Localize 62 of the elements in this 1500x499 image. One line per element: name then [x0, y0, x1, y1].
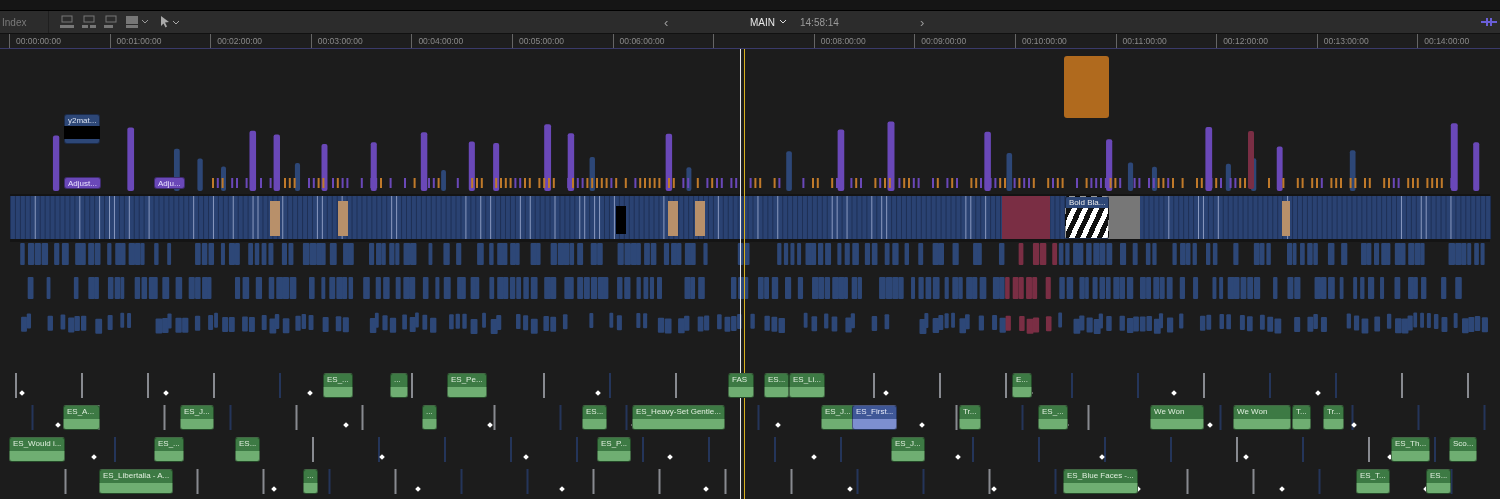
- audio-clip[interactable]: ...: [422, 405, 437, 430]
- audio-clip[interactable]: ES_Li...: [789, 373, 825, 398]
- timecode-label: 00:05:00:00: [511, 34, 613, 48]
- audio-clip[interactable]: ES...: [582, 405, 608, 430]
- audio-clip[interactable]: We Won: [1233, 405, 1291, 430]
- audio-meter-icon[interactable]: [1481, 17, 1497, 27]
- audio-clip[interactable]: ES_P...: [597, 437, 632, 462]
- project-duration: 14:58:14: [800, 16, 840, 28]
- audio-clip[interactable]: ES_...: [323, 373, 353, 398]
- timecode-label: 00:12:00:00: [1216, 34, 1317, 48]
- audio-clip[interactable]: We Won: [1150, 405, 1204, 430]
- previous-button[interactable]: ‹: [664, 14, 750, 30]
- adjustment-clip[interactable]: Adju...: [154, 177, 185, 189]
- audio-clip[interactable]: ES_J...: [821, 405, 855, 430]
- chevron-icon[interactable]: [779, 19, 787, 25]
- adjustment-clip[interactable]: Adjust...: [64, 177, 101, 189]
- connect-clip-icon[interactable]: [59, 15, 75, 29]
- audio-clip[interactable]: ES...: [235, 437, 261, 462]
- audio-clip[interactable]: FAS: [728, 373, 754, 398]
- audio-clip[interactable]: ES...: [1426, 469, 1452, 494]
- timecode-label: 00:00:00:00: [9, 34, 110, 48]
- audio-clip[interactable]: ES_Pe...: [447, 373, 487, 398]
- next-button[interactable]: ›: [920, 14, 1006, 30]
- audio-clip[interactable]: Sco...: [1449, 437, 1478, 462]
- audio-clip[interactable]: ES_J...: [180, 405, 214, 430]
- audio-clip[interactable]: ES_...: [1038, 405, 1068, 430]
- video-clip[interactable]: y2mat...: [64, 114, 101, 144]
- audio-clip[interactable]: ...: [390, 373, 408, 398]
- timecode-label: 00:08:00:00: [813, 34, 915, 48]
- audio-clip[interactable]: Tr...: [1323, 405, 1345, 430]
- timecode-label: 00:11:00:00: [1115, 34, 1217, 48]
- timecode-label: 00:09:00:00: [914, 34, 1015, 48]
- audio-clip[interactable]: ES_T...: [1356, 469, 1390, 494]
- timecode-label: 00:13:00:00: [1316, 34, 1418, 48]
- insert-clip-icon[interactable]: [81, 15, 97, 29]
- select-tool-icon[interactable]: [159, 15, 181, 29]
- index-button[interactable]: Index: [0, 16, 48, 28]
- overwrite-clip-icon[interactable]: [125, 15, 149, 29]
- audio-clip[interactable]: T...: [1292, 405, 1311, 430]
- audio-clip[interactable]: ES...: [764, 373, 790, 398]
- audio-clip[interactable]: Tr...: [959, 405, 981, 430]
- audio-clip[interactable]: ...: [303, 469, 318, 494]
- audio-clip[interactable]: ES_Would i...: [9, 437, 66, 462]
- generator-clip[interactable]: Bold Bla...: [1065, 196, 1110, 239]
- timecode-label: 00:04:00:00: [411, 34, 512, 48]
- audio-clip[interactable]: E...: [1012, 373, 1032, 398]
- project-menu[interactable]: MAIN: [750, 16, 800, 28]
- audio-clip[interactable]: ES_J...: [891, 437, 925, 462]
- append-clip-icon[interactable]: [103, 15, 119, 29]
- timecode-label: 00:10:00:00: [1014, 34, 1116, 48]
- audio-clip[interactable]: ES_Blue Faces -...: [1063, 469, 1138, 494]
- audio-clip[interactable]: ES_First...: [852, 405, 898, 430]
- timecode-label: 00:02:00:00: [210, 34, 311, 48]
- audio-clip[interactable]: ES_Heavy-Set Gentle...: [632, 405, 725, 430]
- timecode-label: 00:06:00:00: [612, 34, 714, 48]
- audio-clip[interactable]: ES_Th...: [1391, 437, 1431, 462]
- audio-clip[interactable]: ES_...: [154, 437, 184, 462]
- timecode-label: 00:14:00:00: [1417, 34, 1500, 48]
- timecode-label: 00:01:00:00: [109, 34, 211, 48]
- timecode-label: 00:03:00:00: [310, 34, 412, 48]
- audio-clip[interactable]: ES_Libertalia - A...: [99, 469, 174, 494]
- audio-clip[interactable]: ES_A...: [63, 405, 100, 430]
